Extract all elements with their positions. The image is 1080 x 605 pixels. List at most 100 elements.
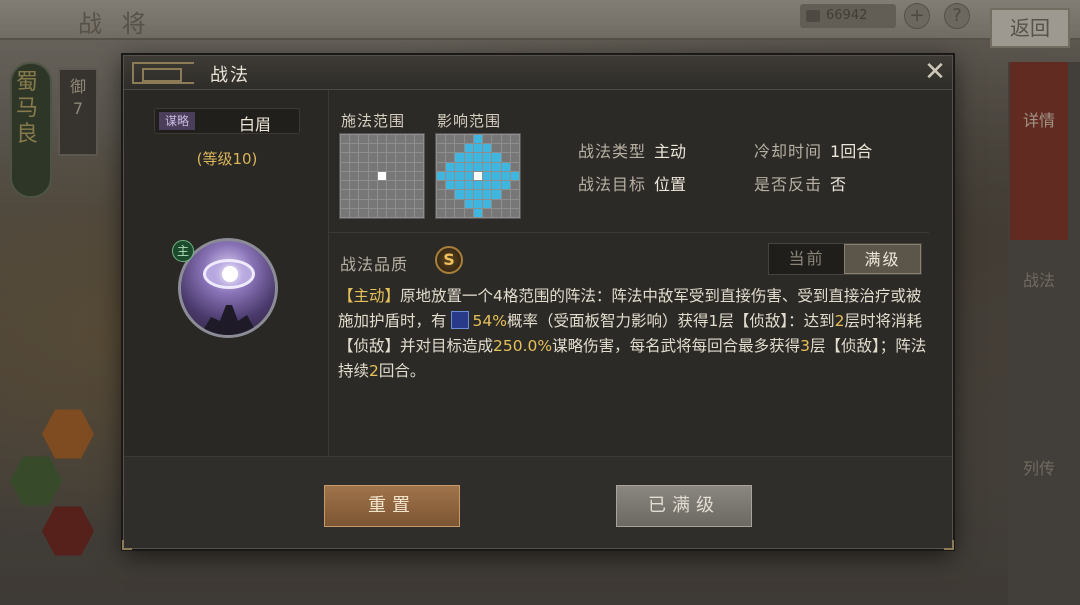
range-cell [377, 181, 387, 190]
range-cell [501, 153, 510, 162]
range-cell [414, 208, 423, 217]
range-cell [483, 190, 492, 199]
cast-range-label: 施法范围 [341, 112, 406, 130]
range-cell [510, 153, 519, 162]
range-cell [492, 153, 501, 162]
range-cell [446, 171, 455, 181]
range-cell [387, 190, 396, 199]
main-skill-badge: 主 [172, 240, 194, 262]
range-cell [464, 171, 473, 181]
range-cell [414, 135, 423, 144]
range-cell [492, 162, 501, 171]
range-cell [473, 199, 483, 208]
close-button[interactable]: ✕ [922, 59, 948, 86]
range-cell [368, 135, 377, 144]
range-cell [437, 190, 446, 199]
range-cell [492, 171, 501, 181]
cooldown-key: 冷却时间 [754, 142, 823, 161]
maxed-button[interactable]: 已满级 [616, 485, 752, 527]
range-cell [368, 153, 377, 162]
range-cell [510, 181, 519, 190]
range-cell [446, 208, 455, 217]
desc-max-stack: 3 [800, 337, 811, 355]
skill-description: 【主动】原地放置一个4格范围的阵法：阵法中敌军受到直接伤害、受到直接治疗或被施加… [338, 284, 928, 384]
skill-level: (等级10) [196, 150, 258, 168]
range-cell [350, 162, 359, 171]
toggle-max[interactable]: 满级 [844, 244, 921, 274]
range-cell [377, 190, 387, 199]
range-cell [492, 199, 501, 208]
range-cell [414, 181, 423, 190]
range-cell [377, 199, 387, 208]
quality-grade-badge: S [435, 246, 463, 274]
reset-button[interactable]: 重置 [324, 485, 460, 527]
modal-title: 战法 [210, 65, 250, 86]
range-cell [446, 162, 455, 171]
range-cell [446, 190, 455, 199]
range-cell [492, 208, 501, 217]
counter-key: 是否反击 [754, 175, 823, 194]
range-cell [483, 135, 492, 144]
range-cell [377, 208, 387, 217]
range-cell [464, 135, 473, 144]
range-cell [492, 190, 501, 199]
range-cell [368, 181, 377, 190]
effect-range-grid [435, 133, 521, 219]
skill-type-key: 战法类型 [578, 142, 647, 161]
range-cell [464, 162, 473, 171]
range-cell [350, 199, 359, 208]
range-cell [368, 171, 377, 181]
range-cell [446, 135, 455, 144]
range-cell [387, 144, 396, 153]
quality-label: 战法品质 [340, 255, 409, 274]
range-cell [405, 153, 414, 162]
range-cell [483, 199, 492, 208]
range-cell [405, 181, 414, 190]
desc-duration: 2 [369, 362, 379, 380]
range-cell [350, 153, 359, 162]
range-cell [350, 208, 359, 217]
range-cell [455, 208, 464, 217]
range-cell [483, 162, 492, 171]
range-cell [359, 190, 368, 199]
range-cell [501, 171, 510, 181]
range-cell [501, 208, 510, 217]
target-key: 战法目标 [578, 175, 647, 194]
cast-range-grid [339, 133, 425, 219]
range-cell [501, 181, 510, 190]
range-cell [341, 199, 350, 208]
divider [329, 232, 929, 233]
range-cell [414, 190, 423, 199]
range-cell [368, 162, 377, 171]
range-cell [387, 171, 396, 181]
desc-probability: 54% [472, 312, 507, 330]
range-cell [455, 181, 464, 190]
toggle-current[interactable]: 当前 [769, 244, 844, 274]
modal-footer: 重置 已满级 [124, 456, 952, 548]
range-cell [405, 135, 414, 144]
skill-type-badge: 谋略 [159, 112, 195, 130]
skill-modal: 战法 ✕ 谋略 白眉 (等级10) 主 施法范围 影响范围 战法类型 主动 冷却时… [122, 55, 954, 550]
range-cell [510, 144, 519, 153]
range-cell [464, 199, 473, 208]
range-cell [341, 190, 350, 199]
range-cell [405, 208, 414, 217]
range-cell [437, 135, 446, 144]
range-cell [464, 181, 473, 190]
range-cell [455, 135, 464, 144]
range-cell [446, 153, 455, 162]
range-cell [350, 144, 359, 153]
info-target: 战法目标 位置 [578, 171, 686, 195]
range-cell [455, 153, 464, 162]
range-cell [396, 162, 405, 171]
range-cell [387, 162, 396, 171]
desc-part: 谋略伤害，每名武将每回合最多获得 [552, 337, 801, 355]
target-value: 位置 [654, 175, 687, 194]
header-ornament [132, 62, 194, 84]
range-cell [396, 135, 405, 144]
range-cell [341, 181, 350, 190]
level-toggle: 当前 满级 [768, 243, 922, 275]
range-cell [510, 135, 519, 144]
range-cell [359, 171, 368, 181]
range-cell [455, 199, 464, 208]
